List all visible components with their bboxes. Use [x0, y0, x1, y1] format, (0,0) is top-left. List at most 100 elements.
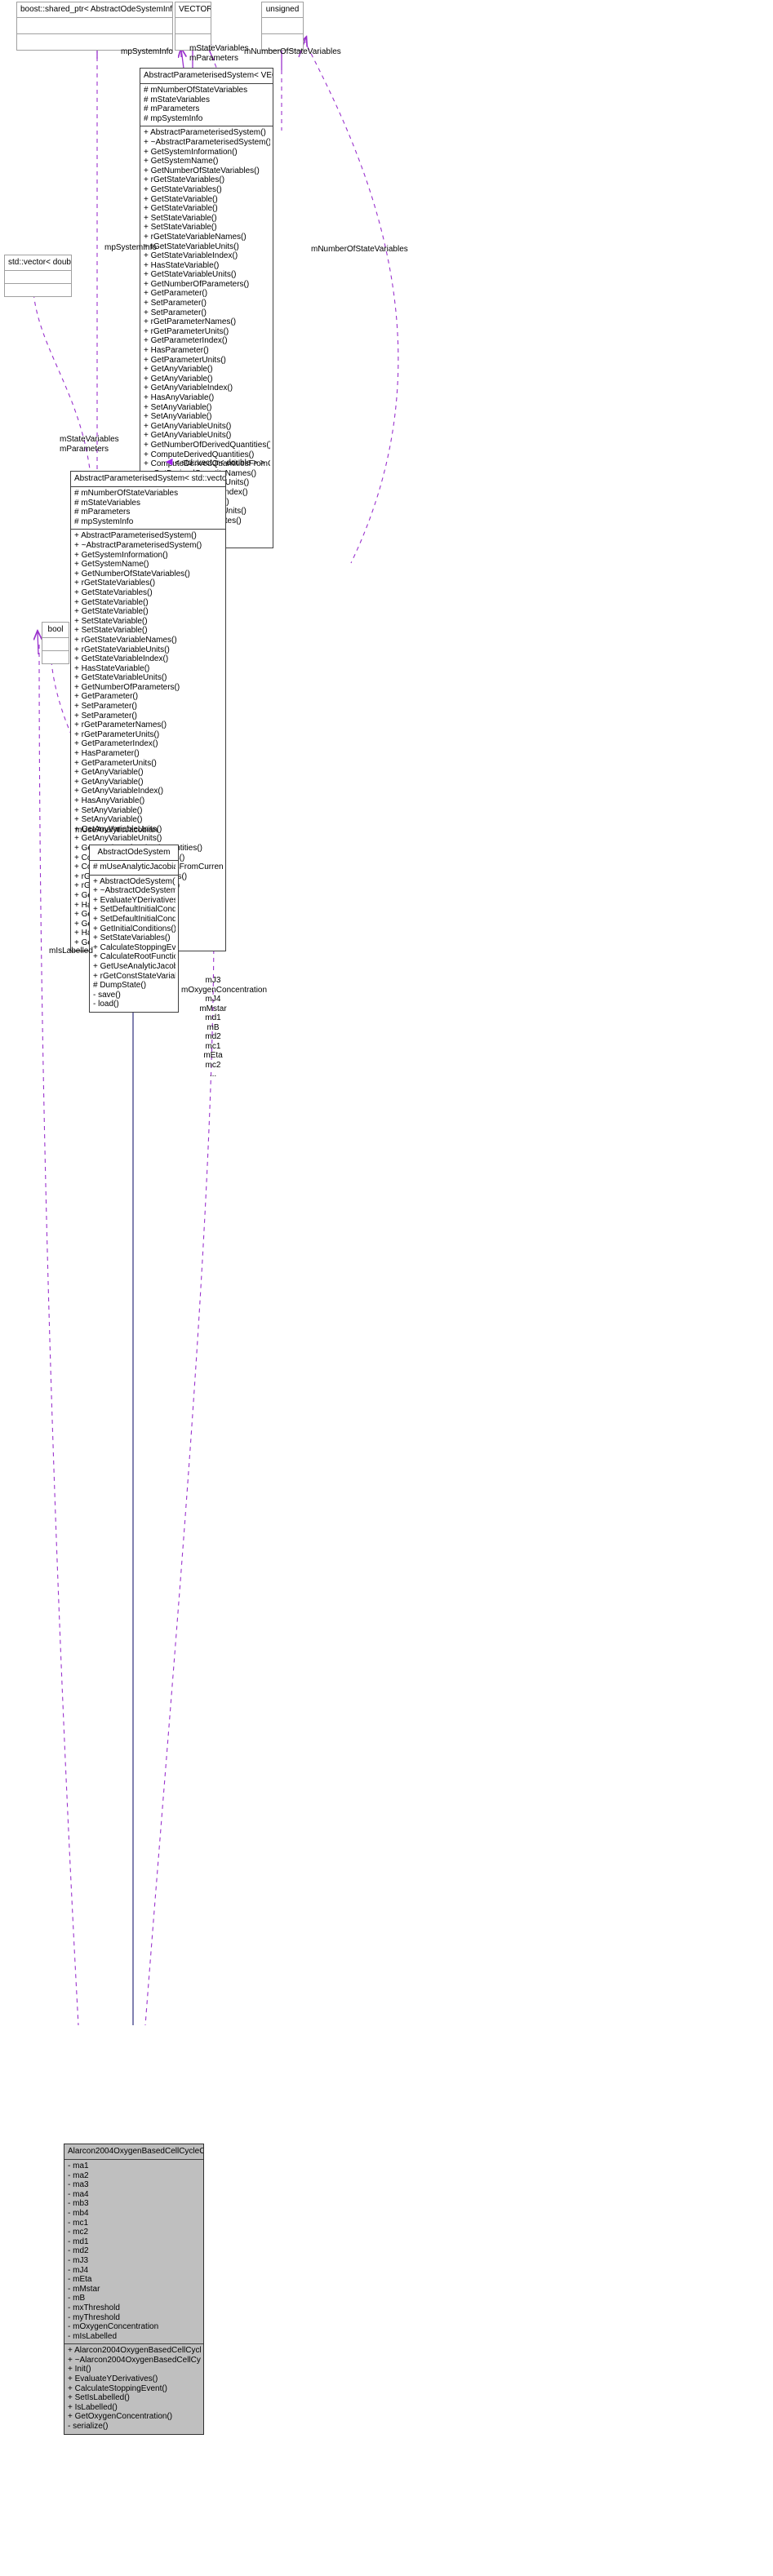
edge-label-mstate-mparams-top: mStateVariables mParameters: [189, 44, 249, 63]
attributes-compartment: [175, 18, 211, 33]
member-row: + rGetStateVariableNames(): [144, 232, 247, 242]
member-row: - mEta: [68, 2275, 92, 2285]
member-row: + GetSystemName(): [144, 157, 219, 166]
member-row: - mOxygenConcentration: [68, 2322, 159, 2332]
member-row: + HasAnyVariable(): [144, 393, 215, 402]
member-row: + GetNumberOfStateVariables(): [74, 569, 190, 579]
member-row: + GetStateVariable(): [74, 597, 149, 607]
member-row: - mJ3: [68, 2255, 88, 2265]
member-row: + GetAnyVariableIndex(): [144, 384, 233, 393]
member-row: + EvaluateYDerivatives(): [68, 2374, 158, 2384]
member-row: - save(): [93, 990, 121, 1000]
member-row: # mpSystemInfo: [144, 113, 203, 123]
member-row: + SetIsLabelled(): [68, 2393, 130, 2403]
member-row: + GetNumberOfStateVariables(): [144, 166, 260, 175]
methods-compartment: [5, 284, 71, 296]
member-row: + SetStateVariable(): [74, 626, 148, 636]
member-row: + CalculateRootFunction(): [93, 952, 175, 962]
node-title: boost::shared_ptr< AbstractOdeSystemInfo…: [20, 5, 172, 14]
node-abstract-ode-system[interactable]: AbstractOdeSystem # mUseAnalyticJacobian…: [89, 845, 179, 1013]
node-title: std::vector< double >: [8, 258, 71, 267]
member-row: + AbstractOdeSystem(): [93, 876, 175, 886]
member-row: - mc2: [68, 2228, 88, 2237]
member-row: + rGetStateVariables(): [74, 579, 156, 588]
edge-label-muse-analytic-jacobian: mUseAnalyticJacobian: [75, 826, 158, 835]
member-row: + SetAnyVariable(): [74, 805, 143, 815]
member-row: + ~AbstractParameterisedSystem(): [74, 540, 202, 550]
member-row: - mc1: [68, 2218, 88, 2228]
node-title: Alarcon2004OxygenBasedCellCycleOdeSystem: [68, 2147, 203, 2156]
member-row: + rGetStateVariableNames(): [74, 635, 177, 645]
edge-label-mis-labelled: mIsLabelled: [49, 947, 93, 955]
member-row: + GetStateVariableIndex(): [144, 251, 238, 261]
member-row: # mParameters: [144, 104, 200, 114]
member-row: + GetAnyVariableUnits(): [144, 431, 232, 441]
member-row: + IsLabelled(): [68, 2402, 118, 2412]
node-vector[interactable]: VECTOR: [175, 2, 211, 51]
member-row: - md1: [68, 2237, 89, 2246]
edge-label-mp-system-info-mid: mpSystemInfo: [104, 243, 157, 252]
member-row: - mMstar: [68, 2284, 100, 2294]
member-row: + CalculateStoppingEvent(): [68, 2383, 168, 2393]
edge-label-mnumber-of-state-variables-top: mNumberOfStateVariables: [244, 47, 341, 56]
node-title: unsigned: [265, 5, 300, 14]
member-row: - mb4: [68, 2208, 89, 2218]
edge-label-double-fields: mJ3 mOxygenConcentration mJ4 mMstar md1 mB md2…: [181, 976, 267, 1080]
node-boost-shared-ptr[interactable]: boost::shared_ptr< AbstractOdeSystemInfo…: [16, 2, 173, 51]
member-row: + AbstractParameterisedSystem(): [144, 128, 266, 138]
member-row: - ma4: [68, 2189, 89, 2199]
member-row: + GetStateVariableUnits(): [74, 673, 167, 683]
member-row: + GetStateVariableUnits(): [144, 270, 237, 280]
member-row: - ma3: [68, 2180, 89, 2190]
member-row: # mStateVariables: [74, 498, 140, 508]
member-row: + Alarcon2004OxygenBasedCellCycleOdeSyst…: [68, 2346, 201, 2356]
member-row: + GetAnyVariable(): [74, 777, 144, 787]
edge-label-line: md2: [205, 1032, 221, 1041]
member-row: - ma1: [68, 2161, 89, 2170]
member-row: + AbstractParameterisedSystem(): [74, 531, 197, 541]
methods-compartment: [42, 651, 69, 663]
edge-label-mp-system-info-top: mpSystemInfo: [121, 47, 173, 56]
node-title: AbstractParameterisedSystem< VECTOR >: [144, 71, 273, 80]
member-row: + GetStateVariable(): [74, 607, 149, 617]
member-row: + HasStateVariable(): [74, 663, 150, 673]
edge-label-line: mB: [207, 1022, 220, 1032]
member-row: + GetParameter(): [144, 289, 208, 299]
member-row: + GetNumberOfParameters(): [74, 682, 180, 692]
member-row: + ~AbstractOdeSystem(): [93, 886, 175, 896]
edge-label-line: mc2: [205, 1060, 221, 1070]
node-title: AbstractOdeSystem: [97, 848, 171, 857]
member-row: + HasStateVariable(): [144, 260, 220, 270]
member-row: + rGetStateVariableUnits(): [74, 645, 170, 654]
edge-label-line: mJ3: [205, 976, 221, 985]
methods-compartment: + Alarcon2004OxygenBasedCellCycleOdeSyst…: [64, 2344, 203, 2433]
member-row: + GetParameterIndex(): [144, 336, 228, 346]
member-row: + GetSystemName(): [74, 560, 149, 570]
edge-label-line: mEta: [203, 1051, 223, 1060]
node-std-vector-double[interactable]: std::vector< double >: [4, 255, 72, 297]
member-row: + GetStateVariable(): [144, 194, 218, 204]
node-bool[interactable]: bool: [42, 622, 69, 664]
edge-label-line: mMstar: [199, 1004, 227, 1013]
member-row: + HasParameter(): [144, 346, 209, 356]
attributes-compartment: - ma1- ma2- ma3- ma4- mb3- mb4- mc1- mc2…: [64, 2160, 203, 2343]
member-row: + ~AbstractParameterisedSystem(): [144, 137, 270, 147]
member-row: + GetStateVariables(): [144, 184, 222, 194]
node-title: AbstractParameterisedSystem< std::vector…: [74, 474, 225, 483]
edge-label-line: ...: [209, 1070, 217, 1079]
member-row: + GetUseAnalyticJacobian(): [93, 961, 175, 971]
member-row: + rGetParameterUnits(): [74, 729, 160, 739]
member-row: - mIsLabelled: [68, 2331, 118, 2341]
member-row: + GetOxygenConcentration(): [68, 2412, 173, 2422]
edge-label-line: md1: [205, 1013, 221, 1022]
member-row: + rGetStateVariables(): [144, 175, 225, 185]
member-row: + GetStateVariableIndex(): [74, 654, 169, 664]
member-row: + SetParameter(): [74, 702, 137, 712]
member-row: - load(): [93, 1000, 119, 1009]
node-unsigned[interactable]: unsigned: [261, 2, 304, 51]
member-row: # mParameters: [74, 508, 131, 517]
attributes-compartment: # mUseAnalyticJacobian: [90, 861, 178, 875]
attributes-compartment: # mNumberOfStateVariables # mStateVariabl…: [140, 84, 273, 126]
node-alarcon2004-oxygen-based-cell-cycle-ode-system[interactable]: Alarcon2004OxygenBasedCellCycleOdeSystem…: [64, 2144, 204, 2435]
member-row: + GetAnyVariable(): [74, 768, 144, 778]
